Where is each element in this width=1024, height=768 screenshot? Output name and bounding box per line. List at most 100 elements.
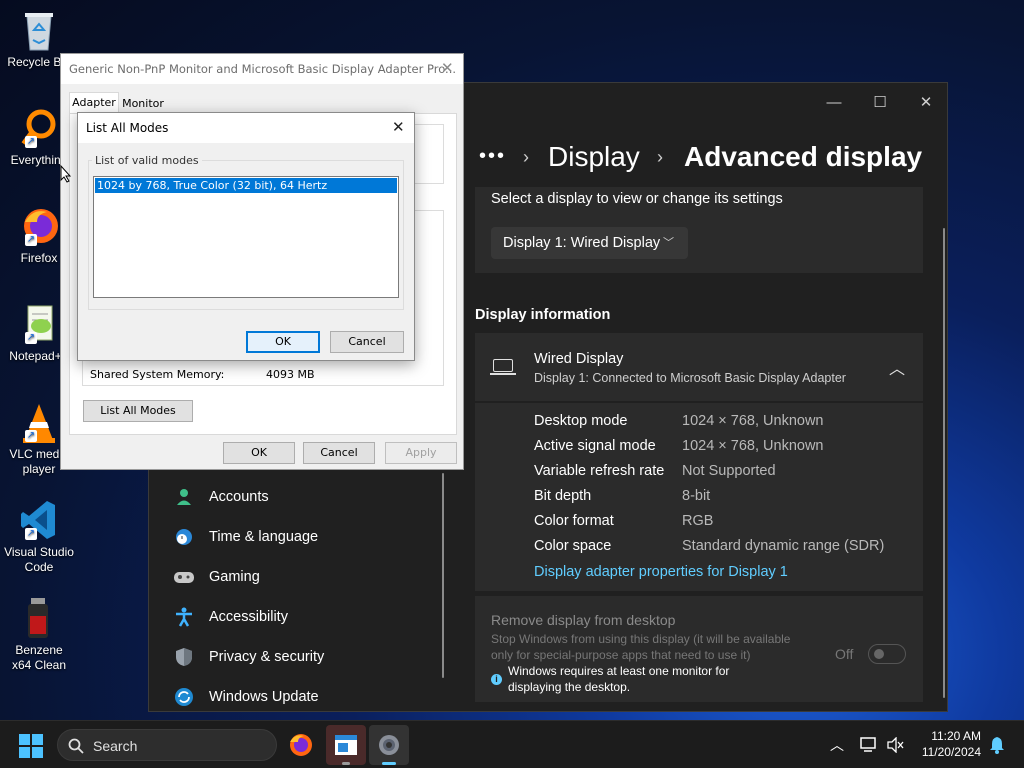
desktop-icon-label: Benzene x64 Clean (11, 643, 67, 672)
remove-display-note: Windows requires at least one monitor fo… (508, 664, 730, 678)
recycle-bin-icon (19, 8, 59, 52)
mouse-cursor-icon (60, 165, 72, 183)
taskbar-control-panel[interactable] (326, 725, 366, 765)
info-icon: i (491, 674, 502, 685)
privacy-shield-icon (173, 646, 195, 668)
close-icon[interactable]: ✕ (392, 118, 405, 136)
active-indicator (382, 762, 396, 765)
remove-display-desc: only for special-purpose apps that need … (491, 648, 751, 662)
display-info-heading: Display information (475, 307, 611, 323)
display-dropdown[interactable]: Display 1: Wired Display ﹀ (491, 227, 688, 259)
ok-button[interactable]: OK (246, 331, 320, 353)
gaming-icon (173, 566, 195, 588)
start-button[interactable] (18, 733, 44, 759)
content-scrollbar[interactable] (943, 228, 945, 698)
remove-display-desc: Stop Windows from using this display (it… (491, 632, 791, 646)
info-value: RGB (682, 513, 714, 529)
close-button[interactable]: ✕ (903, 87, 949, 119)
sidebar-item-label: Time & language (209, 529, 319, 545)
adapter-properties-link[interactable]: Display adapter properties for Display 1 (534, 564, 788, 580)
display-dropdown-value: Display 1: Wired Display (503, 235, 661, 251)
info-label: Bit depth (534, 488, 592, 504)
info-value: Not Supported (682, 463, 776, 479)
search-icon (68, 738, 84, 754)
breadcrumb-chevron-icon: › (523, 147, 529, 167)
remove-display-toggle[interactable] (868, 644, 906, 664)
taskbar-firefox[interactable] (287, 731, 315, 759)
network-icon[interactable] (860, 737, 878, 753)
laptop-icon-base (490, 373, 516, 375)
select-display-card: Select a display to view or change its s… (475, 187, 923, 273)
maximize-button[interactable]: ☐ (857, 87, 903, 119)
window-app-icon (335, 735, 357, 755)
chevron-up-icon[interactable]: ︿ (889, 355, 905, 379)
sidebar-item-label: Accounts (209, 489, 269, 505)
running-indicator (342, 762, 350, 765)
sidebar-item-accessibility[interactable]: Accessibility (173, 599, 443, 635)
remove-display-toggle-label: Off (835, 646, 854, 662)
display-info-header[interactable]: Wired Display Display 1: Connected to Mi… (475, 333, 923, 401)
modes-listbox[interactable]: 1024 by 768, True Color (32 bit), 64 Her… (93, 176, 399, 298)
search-placeholder: Search (93, 738, 138, 754)
info-value: 8-bit (682, 488, 711, 504)
info-label: Variable refresh rate (534, 463, 665, 479)
minimize-button[interactable]: — (811, 87, 857, 119)
page-title: Advanced display (684, 141, 923, 172)
show-hidden-icons-chevron-icon[interactable]: ︿ (830, 735, 844, 755)
info-label: Color format (534, 513, 614, 529)
list-all-modes-dialog: List All Modes ✕ List of valid modes 102… (77, 112, 415, 361)
dialog-title: Generic Non-PnP Monitor and Microsoft Ba… (69, 62, 457, 76)
breadcrumb-display[interactable]: Display (548, 141, 640, 173)
accounts-icon (173, 486, 195, 508)
mode-list-item[interactable]: 1024 by 768, True Color (32 bit), 64 Her… (95, 178, 397, 193)
apply-button[interactable]: Apply (385, 442, 457, 464)
chevron-down-icon: ﹀ (663, 237, 674, 249)
remove-display-title: Remove display from desktop (491, 612, 676, 628)
benzene-icon (19, 596, 59, 640)
list-all-modes-button[interactable]: List All Modes (83, 400, 193, 422)
sidebar-item-windows-update[interactable]: Windows Update (173, 679, 443, 715)
windows-update-icon (173, 686, 195, 708)
speaker-muted-icon[interactable] (886, 737, 904, 753)
shared-memory-label: Shared System Memory: (90, 368, 225, 381)
desktop-icon-benzene[interactable]: Benzene x64 Clean (4, 596, 74, 673)
info-label: Desktop mode (534, 413, 628, 429)
accessibility-icon (173, 606, 195, 628)
taskbar-search[interactable]: Search (57, 729, 277, 761)
select-display-label: Select a display to view or change its s… (491, 191, 783, 207)
taskbar: Search ︿ 11:20 AM 11/20/2024 (0, 720, 1024, 768)
taskbar-settings[interactable] (369, 725, 409, 765)
sidebar-item-gaming[interactable]: Gaming (173, 559, 443, 595)
cancel-button[interactable]: Cancel (303, 442, 375, 464)
desktop-icon-label: Visual Studio Code (4, 545, 74, 574)
notification-bell-icon[interactable] (989, 736, 1005, 754)
breadcrumb-more-button[interactable]: ••• (479, 145, 506, 168)
info-value: 1024 × 768, Unknown (682, 438, 824, 454)
notepad-plus-plus-icon: ↗ (19, 302, 59, 346)
shared-memory-value: 4093 MB (266, 368, 315, 381)
desktop-icon-vscode[interactable]: ↗ Visual Studio Code (4, 498, 74, 575)
sidebar-item-label: Privacy & security (209, 649, 325, 665)
sidebar-item-label: Windows Update (209, 689, 319, 705)
remove-display-note: displaying the desktop. (508, 680, 631, 694)
ok-button[interactable]: OK (223, 442, 295, 464)
remove-display-card: Remove display from desktop Stop Windows… (475, 596, 923, 702)
laptop-icon (493, 359, 513, 372)
vscode-icon: ↗ (19, 498, 59, 542)
firefox-icon (290, 734, 312, 756)
clock-date: 11/20/2024 (921, 745, 981, 759)
time-language-icon (173, 526, 195, 548)
breadcrumb-chevron-icon: › (657, 147, 663, 167)
firefox-icon: ↗ (19, 204, 59, 248)
clock-time: 11:20 AM (931, 729, 981, 743)
tab-adapter[interactable]: Adapter (69, 92, 119, 114)
sidebar-item-label: Gaming (209, 569, 260, 585)
sidebar-item-accounts[interactable]: Accounts (173, 479, 443, 515)
cancel-button[interactable]: Cancel (330, 331, 404, 353)
vlc-icon: ↗ (19, 400, 59, 444)
close-icon[interactable]: ✕ (441, 59, 454, 77)
sidebar-item-privacy-security[interactable]: Privacy & security (173, 639, 443, 675)
info-label: Active signal mode (534, 438, 656, 454)
clock[interactable]: 11:20 AM 11/20/2024 (915, 728, 981, 760)
sidebar-item-time-language[interactable]: Time & language (173, 519, 443, 555)
